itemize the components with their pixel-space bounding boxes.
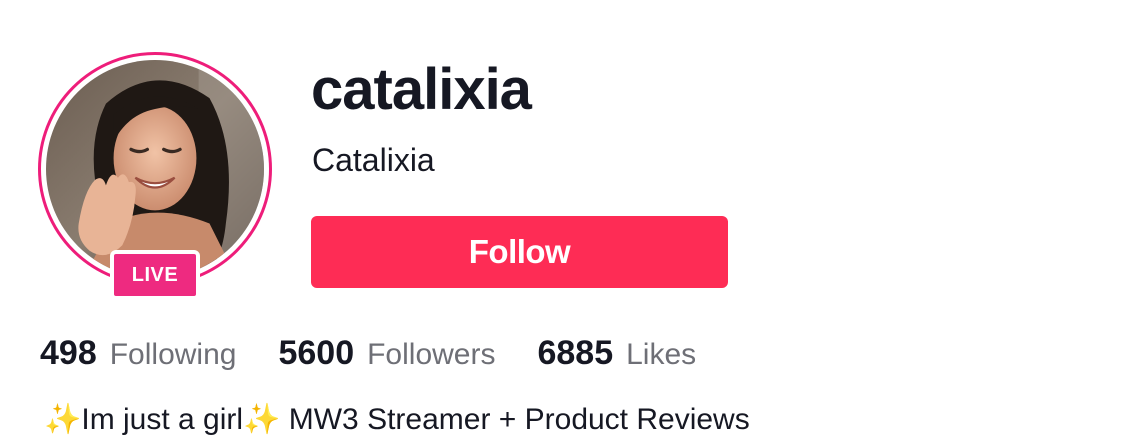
stat-following-label: Following <box>109 338 237 371</box>
profile-header: LIVE catalixia Catalixia Follow 498 Foll… <box>0 0 1122 442</box>
stat-likes-count: 6885 <box>537 334 614 372</box>
profile-username: catalixia <box>311 57 532 122</box>
stat-followers-label: Followers <box>367 338 496 371</box>
stat-following[interactable]: 498 Following <box>40 334 236 373</box>
profile-nickname: Catalixia <box>312 142 435 178</box>
follow-button[interactable]: Follow <box>311 216 728 288</box>
profile-stats: 498 Following 5600 Followers 6885 Likes <box>40 334 738 373</box>
stat-followers-count: 5600 <box>278 334 355 372</box>
stat-following-count: 498 <box>40 334 97 372</box>
live-badge[interactable]: LIVE <box>110 250 200 300</box>
profile-bio: ✨Im just a girl✨ MW3 Streamer + Product … <box>44 403 750 436</box>
stat-likes-label: Likes <box>626 338 697 371</box>
stat-followers[interactable]: 5600 Followers <box>278 334 495 373</box>
stat-likes: 6885 Likes <box>537 334 696 373</box>
avatar[interactable] <box>46 60 264 278</box>
